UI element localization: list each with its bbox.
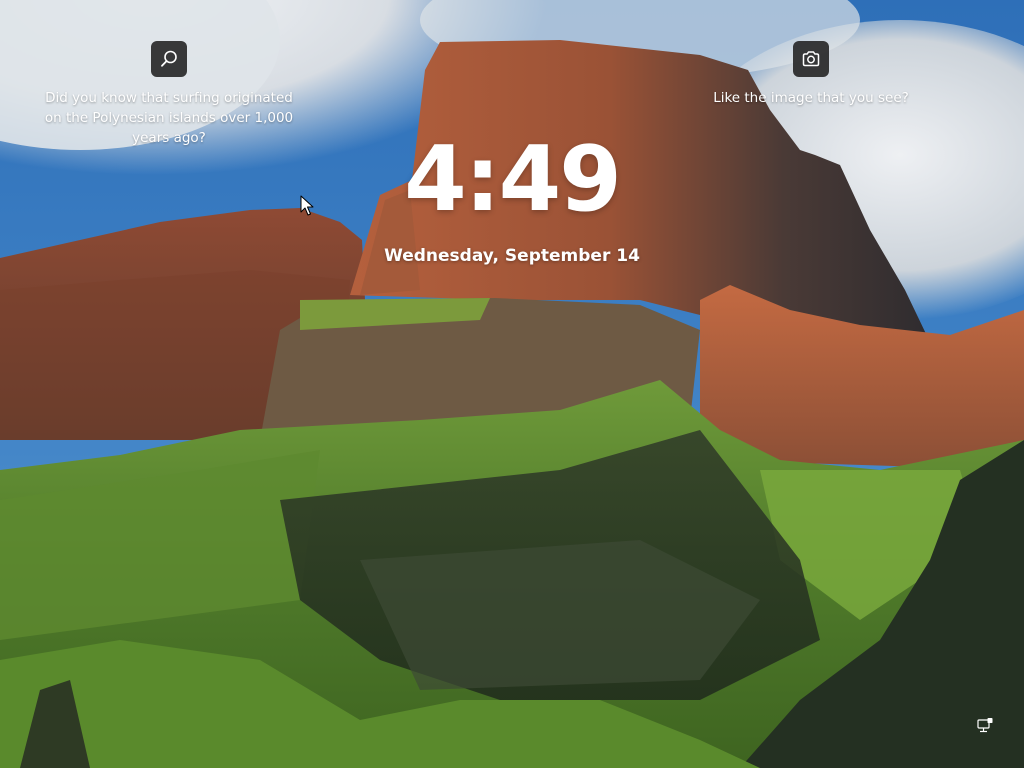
search-icon-button[interactable] [151, 41, 187, 77]
camera-icon [802, 51, 820, 67]
image-info-text[interactable]: Like the image that you see? [700, 88, 922, 108]
lock-screen[interactable]: Did you know that surfing originated on … [0, 0, 1024, 768]
lock-screen-time: 4:49 [404, 127, 622, 232]
lock-screen-date: Wednesday, September 14 [384, 246, 640, 266]
fun-fact-text[interactable]: Did you know that surfing originated on … [40, 88, 298, 148]
search-icon [161, 50, 177, 67]
camera-icon-button[interactable] [793, 41, 829, 77]
network-icon[interactable] [976, 717, 994, 735]
